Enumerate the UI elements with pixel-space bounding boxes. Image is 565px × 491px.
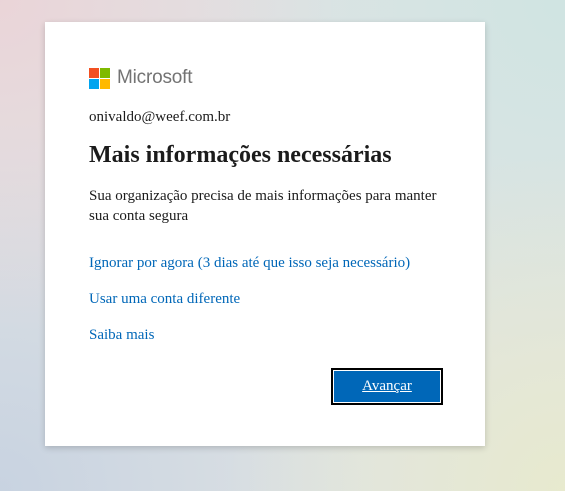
- logo-square-green: [100, 67, 110, 78]
- next-button[interactable]: Avançar: [331, 368, 443, 405]
- sign-in-card: Microsoft onivaldo@weef.com.br Mais info…: [45, 22, 485, 446]
- microsoft-logo: Microsoft: [89, 66, 192, 90]
- logo-square-yellow: [100, 78, 110, 89]
- page-description: Sua organização precisa de mais informaç…: [89, 188, 437, 224]
- logo-wordmark: Microsoft: [117, 67, 193, 88]
- account-identity: onivaldo@weef.com.br: [89, 109, 231, 125]
- skip-for-now-link[interactable]: Ignorar por agora (3 dias até que isso s…: [89, 255, 410, 272]
- learn-more-link[interactable]: Saiba mais: [89, 327, 154, 344]
- logo-square-red: [89, 67, 99, 78]
- page-title: Mais informações necessárias: [89, 142, 392, 168]
- logo-square-blue: [89, 78, 99, 89]
- microsoft-logo-icon: [89, 67, 110, 89]
- use-different-account-link[interactable]: Usar uma conta diferente: [89, 291, 240, 308]
